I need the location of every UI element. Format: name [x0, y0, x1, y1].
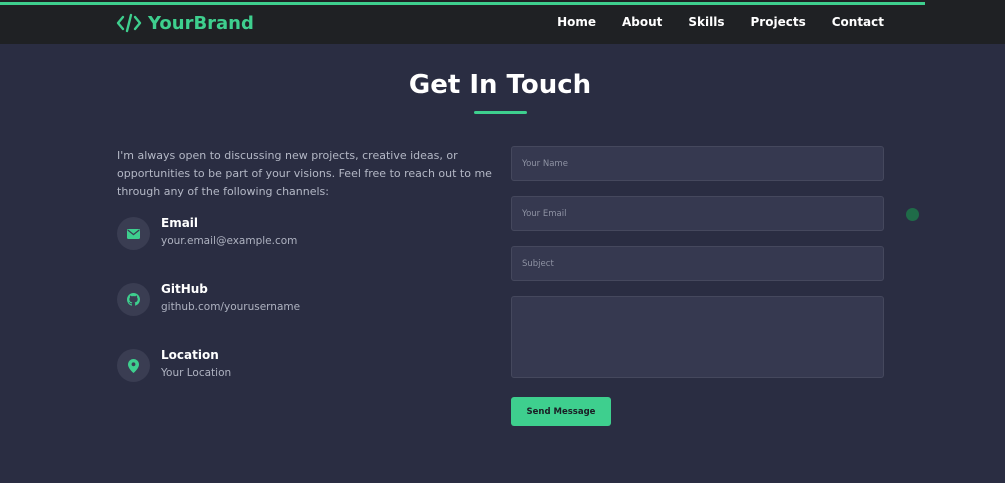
message-textarea[interactable]: [511, 296, 884, 378]
github-icon: [117, 283, 150, 316]
nav-link-home[interactable]: Home: [557, 15, 596, 29]
map-pin-icon: [117, 349, 150, 382]
contact-intro: I'm always open to discussing new projec…: [117, 149, 492, 198]
scroll-progress-fill: [0, 2, 925, 5]
scroll-progress-bar: [0, 2, 1005, 5]
contact-item-email: Email your.email@example.com: [117, 216, 417, 253]
nav-link-projects[interactable]: Projects: [751, 15, 806, 29]
nav-link-contact[interactable]: Contact: [832, 15, 884, 29]
code-icon: [116, 13, 142, 33]
email-input[interactable]: [511, 196, 884, 231]
nav-link-skills[interactable]: Skills: [688, 15, 724, 29]
main-nav: Home About Skills Projects Contact: [557, 15, 884, 29]
contact-item-github: GitHub github.com/yourusername: [117, 282, 417, 319]
section-title: Get In Touch: [408, 70, 592, 100]
send-message-button[interactable]: Send Message: [511, 397, 611, 426]
name-input[interactable]: [511, 146, 884, 181]
contact-label: GitHub: [161, 282, 208, 296]
contact-value: github.com/yourusername: [161, 301, 301, 313]
mail-icon: [117, 217, 150, 250]
contact-label: Location: [161, 348, 219, 362]
brand-name: YourBrand: [148, 12, 254, 34]
navbar: YourBrand Home About Skills Projects Con…: [0, 0, 1005, 44]
contact-value: Your Location: [161, 367, 232, 379]
subject-input[interactable]: [511, 246, 884, 281]
contact-label: Email: [161, 216, 199, 230]
contact-value: your.email@example.com: [161, 235, 298, 247]
title-underline: [474, 111, 527, 114]
contact-item-location: Location Your Location: [117, 348, 417, 385]
cursor-dot: [906, 208, 919, 221]
brand-logo[interactable]: YourBrand: [116, 11, 254, 35]
nav-link-about[interactable]: About: [622, 15, 662, 29]
